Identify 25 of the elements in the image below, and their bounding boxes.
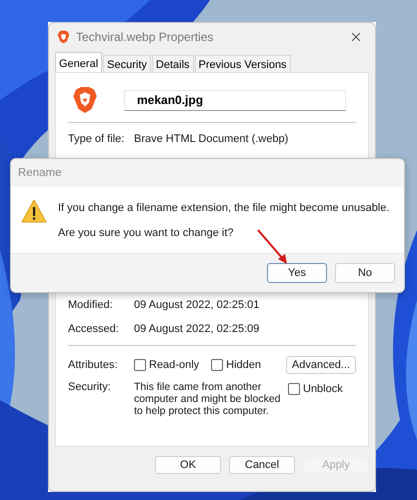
checkbox[interactable]: Read-only — [134, 359, 200, 371]
annotation-arrow — [256, 228, 290, 266]
field-label: Modified: — [68, 299, 114, 311]
security-text: This file came from another computer and might be blocked to help protect this computer. — [134, 381, 282, 417]
field-label: Security: — [68, 381, 112, 393]
dialog-button[interactable]: Yes — [267, 263, 327, 283]
field-value: 09 August 2022, 02:25:01 — [134, 299, 260, 311]
advanced-button[interactable]: Advanced... — [286, 356, 356, 374]
lion-shield-icon — [72, 85, 98, 115]
close-icon[interactable] — [351, 32, 361, 42]
file-name-field[interactable]: mekan0.jpg — [124, 90, 346, 110]
dialog-button[interactable]: OK — [155, 456, 221, 474]
checkbox[interactable]: Unblock — [288, 383, 343, 395]
field-label: Attributes: — [68, 359, 119, 371]
field-label: Accessed: — [68, 323, 120, 335]
window-title: Techviral.webp Properties — [76, 30, 214, 44]
field-value: 09 August 2022, 02:25:09 — [134, 323, 260, 335]
checkbox[interactable]: Hidden — [211, 359, 261, 371]
lion-shield-icon — [57, 30, 70, 44]
field-label: Type of file: — [68, 133, 126, 145]
dialog-button[interactable]: Cancel — [229, 456, 295, 474]
warning-message: If you change a filename extension, the file might become unusable. — [58, 202, 390, 214]
tab[interactable]: General — [55, 52, 102, 74]
confirmation-question: Are you sure you want to change it? — [58, 227, 234, 239]
field-value: Brave HTML Document (.webp) — [134, 133, 288, 145]
